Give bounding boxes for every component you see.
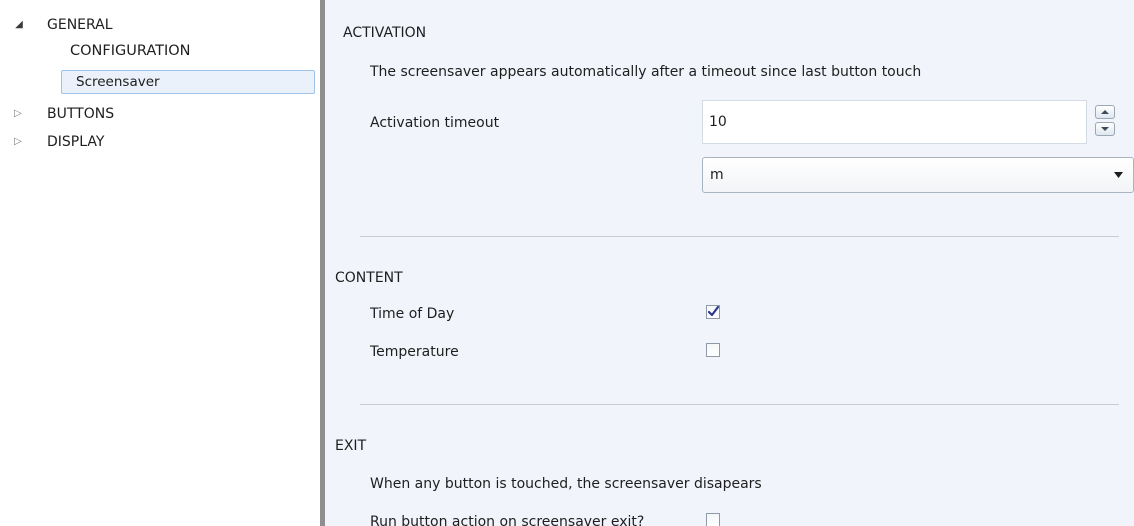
activation-timeout-label: Activation timeout (370, 115, 500, 131)
parameters-panel: ACTIVATION The screensaver appears autom… (325, 0, 1134, 526)
tree-item-configuration[interactable]: CONFIGURATION (0, 40, 320, 62)
timeout-unit-value: m (710, 167, 724, 183)
activation-section-title: ACTIVATION (343, 25, 427, 41)
tree-item-buttons[interactable]: ▷ BUTTONS (0, 103, 320, 125)
navigation-tree: ◢ GENERAL CONFIGURATION Screensaver ▷ BU… (0, 0, 320, 526)
tree-item-label: DISPLAY (47, 134, 105, 150)
section-divider (360, 404, 1119, 405)
exit-section-title: EXIT (335, 438, 367, 454)
content-section-title: CONTENT (335, 270, 403, 286)
checkmark-icon (708, 306, 719, 317)
expanded-triangle-icon[interactable]: ◢ (14, 20, 24, 30)
temperature-checkbox[interactable] (706, 343, 720, 357)
tree-item-display[interactable]: ▷ DISPLAY (0, 131, 320, 153)
tree-item-label: GENERAL (47, 17, 113, 33)
exit-description: When any button is touched, the screensa… (370, 476, 762, 492)
caret-down-icon (1114, 172, 1123, 178)
activation-description: The screensaver appears automatically af… (370, 64, 922, 80)
arrow-up-icon (1101, 110, 1109, 114)
tree-item-label: Screensaver (76, 74, 160, 90)
tree-item-label: CONFIGURATION (70, 43, 191, 59)
tree-item-screensaver[interactable]: Screensaver (0, 71, 320, 93)
tree-item-general[interactable]: ◢ GENERAL (0, 14, 320, 36)
spin-down-button[interactable] (1095, 122, 1115, 136)
run-action-label: Run button action on screensaver exit? (370, 514, 645, 526)
activation-timeout-input[interactable]: 10 (702, 100, 1087, 144)
spin-up-button[interactable] (1095, 105, 1115, 119)
timeout-unit-select[interactable]: m (702, 157, 1134, 193)
run-action-checkbox[interactable] (706, 513, 720, 526)
tree-item-label: BUTTONS (47, 106, 115, 122)
temperature-label: Temperature (370, 344, 459, 360)
time-of-day-checkbox[interactable] (706, 305, 720, 319)
collapsed-triangle-icon[interactable]: ▷ (13, 137, 23, 147)
section-divider (360, 236, 1119, 237)
collapsed-triangle-icon[interactable]: ▷ (13, 109, 23, 119)
app-window: ◢ GENERAL CONFIGURATION Screensaver ▷ BU… (0, 0, 1134, 526)
arrow-down-icon (1101, 127, 1109, 131)
time-of-day-label: Time of Day (370, 306, 455, 322)
